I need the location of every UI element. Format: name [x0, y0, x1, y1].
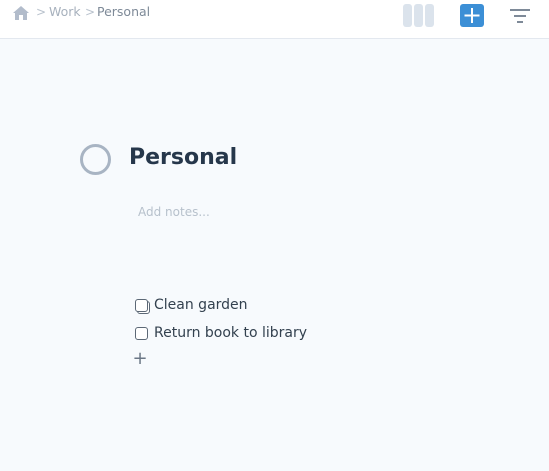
task-label[interactable]: Return book to library — [154, 324, 307, 342]
add-button[interactable] — [460, 4, 484, 27]
task-checkbox[interactable] — [135, 299, 148, 312]
project-notes-input[interactable] — [132, 201, 392, 223]
filter-icon[interactable] — [509, 7, 531, 25]
columns-icon — [414, 4, 423, 27]
task-checkbox[interactable] — [135, 327, 148, 340]
top-bar: > Work > Personal — [0, 0, 549, 39]
columns-icon — [425, 4, 434, 27]
plus-icon — [464, 8, 480, 23]
task-label[interactable]: Clean garden — [154, 296, 248, 314]
project-title[interactable]: Personal — [129, 144, 237, 172]
app-window: > Work > Personal Personal Clean garden — [0, 0, 549, 471]
add-task-button[interactable]: + — [132, 350, 148, 368]
breadcrumb-separator: > — [85, 5, 96, 19]
breadcrumb-item-personal[interactable]: Personal — [97, 4, 150, 20]
project-status-circle[interactable] — [80, 144, 111, 175]
columns-icon — [403, 4, 412, 27]
breadcrumb-separator: > — [36, 5, 47, 19]
home-icon[interactable] — [12, 5, 30, 21]
breadcrumb-item-work[interactable]: Work — [49, 4, 81, 20]
board-view-button[interactable] — [403, 4, 434, 27]
